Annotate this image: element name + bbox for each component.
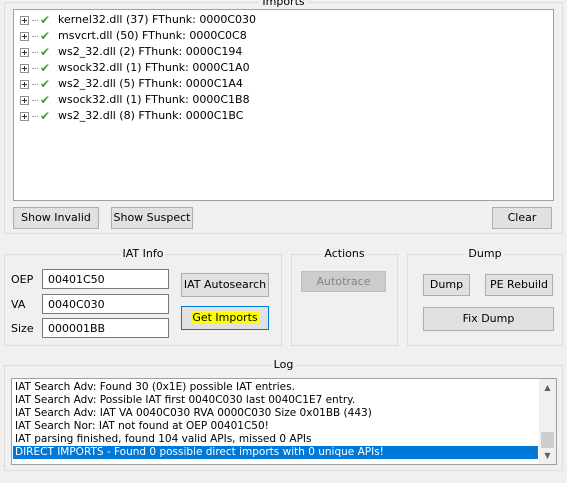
import-item-label: ws2_32.dll (8) FThunk: 0000C1BC [58, 109, 244, 122]
scroll-down-icon[interactable]: ▼ [539, 447, 556, 464]
actions-title: Actions [321, 247, 368, 260]
fix-dump-button[interactable]: Fix Dump [423, 307, 554, 331]
expand-icon[interactable] [20, 111, 29, 121]
log-line[interactable]: IAT Search Adv: IAT VA 0040C030 RVA 0000… [13, 407, 538, 420]
log-line[interactable]: IAT Search Adv: Found 30 (0x1E) possible… [13, 381, 538, 394]
size-field[interactable] [42, 318, 169, 338]
checkmark-icon: ✔ [40, 93, 51, 107]
expand-icon[interactable] [20, 31, 29, 41]
get-imports-button[interactable]: Get Imports [181, 306, 269, 330]
show-suspect-button[interactable]: Show Suspect [111, 207, 193, 229]
import-tree-item[interactable]: ✔ ws2_32.dll (2) FThunk: 0000C194 [20, 44, 242, 60]
expand-icon[interactable] [20, 47, 29, 57]
log-line[interactable]: IAT Search Adv: Possible IAT first 0040C… [13, 394, 538, 407]
iat-info-title: IAT Info [119, 247, 167, 260]
va-label: VA [11, 298, 26, 311]
log-list[interactable]: IAT Search Adv: Found 30 (0x1E) possible… [11, 378, 557, 465]
log-line[interactable]: IAT parsing finished, found 104 valid AP… [13, 433, 538, 446]
clear-button[interactable]: Clear [492, 207, 552, 229]
oep-field[interactable] [42, 269, 169, 289]
import-item-label: msvcrt.dll (50) FThunk: 0000C0C8 [58, 29, 247, 42]
import-tree-item[interactable]: ✔ wsock32.dll (1) FThunk: 0000C1A0 [20, 60, 250, 76]
checkmark-icon: ✔ [40, 45, 51, 59]
checkmark-icon: ✔ [40, 29, 51, 43]
tree-connector [32, 115, 38, 117]
iat-autosearch-button[interactable]: IAT Autosearch [181, 273, 269, 297]
show-invalid-button[interactable]: Show Invalid [13, 207, 99, 229]
import-tree-item[interactable]: ✔ wsock32.dll (1) FThunk: 0000C1B8 [20, 92, 250, 108]
va-field[interactable] [42, 294, 169, 314]
import-item-label: kernel32.dll (37) FThunk: 0000C030 [58, 13, 257, 26]
iat-info-group: IAT Info OEP VA Size IAT Autosearch Get … [4, 247, 282, 346]
actions-group: Actions Autotrace [291, 247, 398, 346]
expand-icon[interactable] [20, 63, 29, 73]
scroll-up-icon[interactable]: ▲ [539, 379, 556, 396]
log-line[interactable]: IAT Search Nor: IAT not found at OEP 004… [13, 420, 538, 433]
tree-connector [32, 51, 38, 53]
pe-rebuild-button[interactable]: PE Rebuild [485, 274, 553, 296]
import-item-label: ws2_32.dll (5) FThunk: 0000C1A4 [58, 77, 243, 90]
expand-icon[interactable] [20, 15, 29, 25]
import-item-label: ws2_32.dll (2) FThunk: 0000C194 [58, 45, 243, 58]
dump-button[interactable]: Dump [423, 274, 470, 296]
autotrace-button[interactable]: Autotrace [301, 271, 386, 292]
dump-title: Dump [465, 247, 505, 260]
get-imports-label: Get Imports [191, 311, 259, 324]
tree-connector [32, 35, 38, 37]
imports-tree[interactable]: ✔ kernel32.dll (37) FThunk: 0000C030 ✔ msvc… [13, 9, 554, 201]
log-line[interactable]: DIRECT IMPORTS - Found 0 possible direct… [13, 446, 538, 459]
log-title: Log [270, 358, 297, 371]
import-item-label: wsock32.dll (1) FThunk: 0000C1A0 [58, 61, 250, 74]
expand-icon[interactable] [20, 95, 29, 105]
import-tree-item[interactable]: ✔ kernel32.dll (37) FThunk: 0000C030 [20, 12, 256, 28]
oep-label: OEP [11, 273, 34, 286]
import-item-label: wsock32.dll (1) FThunk: 0000C1B8 [58, 93, 250, 106]
checkmark-icon: ✔ [40, 61, 51, 75]
import-tree-item[interactable]: ✔ ws2_32.dll (8) FThunk: 0000C1BC [20, 108, 243, 124]
tree-connector [32, 19, 38, 21]
imports-group: Imports ✔ kernel32.dll (37) FThunk: 0000C… [4, 0, 563, 234]
size-label: Size [11, 322, 34, 335]
log-scrollbar[interactable]: ▲ ▼ [539, 379, 556, 464]
import-tree-item[interactable]: ✔ ws2_32.dll (5) FThunk: 0000C1A4 [20, 76, 243, 92]
dump-group: Dump Dump PE Rebuild Fix Dump [407, 247, 563, 346]
tree-connector [32, 99, 38, 101]
scroll-thumb[interactable] [541, 432, 554, 448]
expand-icon[interactable] [20, 79, 29, 89]
checkmark-icon: ✔ [40, 109, 51, 123]
log-group: Log IAT Search Adv: Found 30 (0x1E) poss… [4, 358, 563, 471]
import-tree-item[interactable]: ✔ msvcrt.dll (50) FThunk: 0000C0C8 [20, 28, 247, 44]
tree-connector [32, 67, 38, 69]
tree-connector [32, 83, 38, 85]
checkmark-icon: ✔ [40, 77, 51, 91]
checkmark-icon: ✔ [40, 13, 51, 27]
imports-title: Imports [259, 0, 308, 8]
